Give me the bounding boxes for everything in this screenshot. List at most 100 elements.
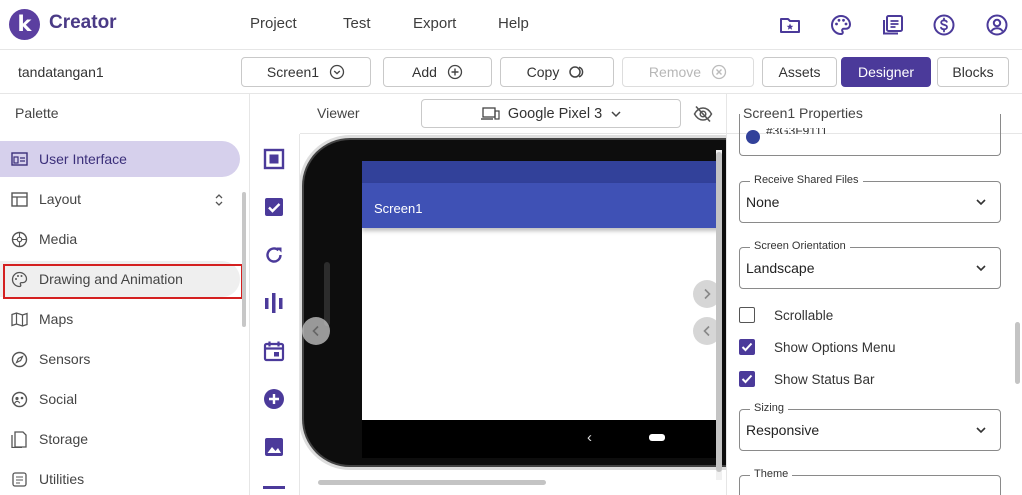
storage-icon [10,430,28,448]
phone-screen[interactable]: Screen1 [362,161,722,420]
map-icon [10,310,28,328]
receive-shared-files-label: Receive Shared Files [750,174,863,186]
palette-category-maps[interactable]: Maps [0,301,240,337]
category-label: User Interface [39,151,127,167]
category-label: Maps [39,311,74,327]
media-icon [10,230,28,248]
slider-component-icon[interactable] [263,292,285,314]
palette-category-user-interface[interactable]: User Interface [0,141,240,177]
screen-orientation-label: Screen Orientation [750,240,850,252]
show-options-menu-checkbox-row[interactable]: Show Options Menu [739,339,896,355]
nav-back-icon[interactable]: ‹ [587,429,592,446]
palette-scrollbar[interactable] [242,192,246,327]
device-label: Google Pixel 3 [507,105,603,122]
palette-category-sensors[interactable]: Sensors [0,341,240,377]
account-icon[interactable] [985,13,1009,37]
screen-orientation-value: Landscape [746,260,815,276]
menu-test[interactable]: Test [343,15,371,32]
chevron-left-icon [703,325,710,337]
palette-panel: Palette User Interface Layout Media Draw… [0,94,250,495]
sizing-value: Responsive [746,422,820,438]
app-logo[interactable]: k [9,9,40,40]
show-status-bar-checkbox-row[interactable]: Show Status Bar [739,371,875,387]
checkbox-component-icon[interactable] [263,196,285,218]
receive-shared-files-value: None [746,194,780,210]
chevron-down-icon [976,199,986,206]
screen-title: Screen1 [374,201,423,216]
theme-select[interactable]: Theme [739,468,1001,495]
chevron-right-icon [704,288,711,300]
menu-project[interactable]: Project [250,15,297,32]
brand-name[interactable]: Creator [49,12,117,34]
screen-select[interactable]: Screen1 [241,57,371,87]
status-bar [362,161,722,183]
chevron-left-icon [312,325,319,337]
theme-label: Theme [750,468,793,480]
show-options-menu-checkbox[interactable] [739,339,755,355]
add-screen-label: Add [412,64,437,80]
palette-category-utilities[interactable]: Utilities [0,461,240,495]
more-components-icon[interactable] [263,486,285,489]
phone-speaker-accent [452,135,502,138]
receive-shared-files-select[interactable]: Receive Shared Files None [739,174,1001,223]
project-name: tandatangan1 [18,64,104,80]
device-select[interactable]: Google Pixel 3 [421,99,681,128]
gallery-icon[interactable] [778,13,802,37]
component-strip [250,134,300,495]
add-screen-button[interactable]: Add [383,57,492,87]
social-icon [10,390,28,408]
designer-button[interactable]: Designer [841,57,931,87]
menu-export[interactable]: Export [413,15,456,32]
viewer-horizontal-scrollbar[interactable] [318,480,546,485]
palette-category-layout[interactable]: Layout [0,181,240,217]
scrollable-checkbox[interactable] [739,307,755,323]
blocks-button[interactable]: Blocks [937,57,1009,87]
sizing-select[interactable]: Sizing Responsive [739,402,1001,451]
palette-category-storage[interactable]: Storage [0,421,240,457]
top-bar: k Creator Project Test Export Help [0,0,1022,50]
palette-icon[interactable] [829,13,853,37]
phone-navigation-bar: ‹ [362,420,722,458]
check-icon [741,342,753,352]
category-label: Social [39,391,78,407]
scrollable-label: Scrollable [774,307,834,323]
category-label: Media [39,231,78,247]
utilities-icon [10,470,28,488]
visibility-off-icon[interactable] [693,105,713,123]
user-interface-icon [10,150,28,168]
copy-screen-label: Copy [526,64,560,80]
expand-collapse-icon[interactable] [214,193,224,207]
color-value: #3G3F9111 [766,128,828,134]
show-status-bar-checkbox[interactable] [739,371,755,387]
copy-screen-button[interactable]: Copy [500,57,614,87]
drawing-category-highlight-box [3,264,243,299]
properties-panel: Screen1 Properties #3G3F9111 Receive Sha… [726,94,1022,495]
palette-category-social[interactable]: Social [0,381,240,417]
datepicker-component-icon[interactable] [263,340,285,362]
color-property-field[interactable]: #3G3F9111 [739,114,1001,156]
scrollable-checkbox-row[interactable]: Scrollable [739,307,833,323]
remove-screen-label: Remove [648,64,702,80]
add-component-icon[interactable] [263,388,285,410]
project-toolbar: tandatangan1 Screen1 Add Copy Remove Ass… [0,50,1022,94]
nav-home-icon[interactable] [649,434,665,441]
dollar-icon[interactable] [932,13,956,37]
palette-category-media[interactable]: Media [0,221,240,257]
add-circle-icon [447,64,463,80]
viewer-vertical-scrollbar[interactable] [716,152,722,472]
screen-orientation-select[interactable]: Screen Orientation Landscape [739,240,1001,289]
properties-scrollbar[interactable] [1015,322,1020,384]
menu-help[interactable]: Help [498,15,529,32]
library-icon[interactable] [881,13,905,37]
remove-screen-button[interactable]: Remove [622,57,754,87]
phone-side-button [324,262,330,326]
button-component-icon[interactable] [263,148,285,170]
sizing-label: Sizing [750,402,788,414]
image-component-icon[interactable] [263,436,285,458]
previous-screen-button[interactable] [302,317,330,345]
chevron-down-icon [611,110,621,117]
assets-button[interactable]: Assets [762,57,837,87]
copy-icon [569,66,584,78]
refresh-component-icon[interactable] [263,244,285,266]
viewer-title: Viewer [317,105,360,121]
